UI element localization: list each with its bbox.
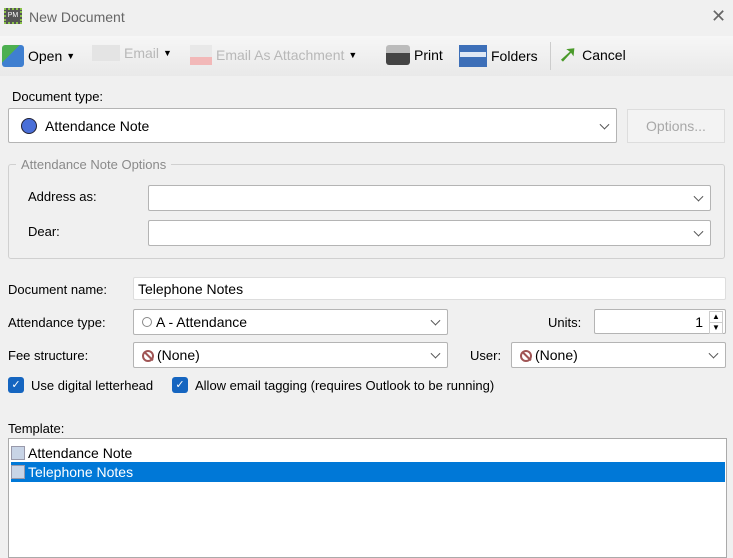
folders-icon bbox=[459, 45, 487, 67]
checkmark-icon: ✓ bbox=[172, 377, 188, 393]
document-name-label: Document name: bbox=[8, 282, 107, 297]
units-value: 1 bbox=[695, 314, 703, 330]
pdf-icon bbox=[190, 45, 212, 65]
fee-structure-dropdown[interactable]: (None) bbox=[133, 342, 448, 368]
email-attachment-label: Email As Attachment bbox=[216, 47, 345, 63]
folders-label: Folders bbox=[491, 48, 538, 64]
close-icon[interactable]: ✕ bbox=[711, 6, 726, 27]
print-label: Print bbox=[414, 47, 443, 63]
chevron-down-icon[interactable]: ▼ bbox=[163, 48, 172, 58]
template-item-label: Attendance Note bbox=[28, 444, 133, 461]
print-button[interactable]: Print bbox=[386, 45, 443, 65]
app-logo-icon: PM bbox=[4, 8, 22, 24]
document-type-label: Document type: bbox=[12, 89, 104, 104]
title-bar: PM New Document ✕ bbox=[0, 0, 733, 34]
email-attachment-button: Email As Attachment ▼ bbox=[190, 45, 357, 65]
letterhead-checkbox[interactable]: ✓ Use digital letterhead bbox=[8, 377, 153, 393]
email-label: Email bbox=[124, 45, 160, 61]
chevron-down-icon bbox=[693, 191, 704, 202]
document-icon bbox=[11, 465, 25, 479]
template-label: Template: bbox=[8, 421, 65, 436]
chevron-down-icon bbox=[708, 348, 719, 359]
template-item[interactable]: Attendance Note bbox=[11, 443, 725, 462]
template-item-label: Telephone Notes bbox=[28, 464, 134, 480]
blue-circle-icon bbox=[21, 118, 37, 134]
chevron-down-icon bbox=[693, 226, 704, 237]
dear-dropdown[interactable] bbox=[148, 220, 711, 246]
template-list[interactable]: Attendance Note Telephone Notes bbox=[8, 438, 727, 558]
email-icon bbox=[92, 45, 120, 61]
document-name-input[interactable]: Telephone Notes bbox=[133, 277, 726, 300]
user-value: (None) bbox=[535, 347, 578, 363]
open-label: Open bbox=[28, 48, 63, 64]
open-button[interactable]: Open ▼ bbox=[2, 45, 75, 67]
radio-circle-icon bbox=[142, 317, 152, 327]
units-spinner[interactable]: 1 ▲ ▼ bbox=[594, 309, 726, 334]
units-label: Units: bbox=[548, 315, 582, 330]
email-tagging-checkbox[interactable]: ✓ Allow email tagging (requires Outlook t… bbox=[172, 377, 494, 393]
document-type-dropdown[interactable]: Attendance Note bbox=[8, 108, 617, 143]
open-document-icon bbox=[2, 45, 24, 67]
cancel-button[interactable]: ➚ Cancel bbox=[558, 41, 626, 68]
address-as-dropdown[interactable] bbox=[148, 185, 711, 211]
cancel-label: Cancel bbox=[582, 47, 626, 63]
document-type-value: Attendance Note bbox=[45, 118, 150, 134]
printer-icon bbox=[386, 45, 410, 65]
user-label: User: bbox=[470, 348, 502, 363]
fee-structure-value: (None) bbox=[157, 347, 200, 363]
attendance-type-dropdown[interactable]: A - Attendance bbox=[133, 309, 448, 335]
prohibited-icon bbox=[520, 350, 532, 362]
prohibited-icon bbox=[142, 350, 154, 362]
checkmark-icon: ✓ bbox=[8, 377, 24, 393]
chevron-down-icon bbox=[430, 348, 441, 359]
toolbar: Open ▼ Email ▼ Email As Attachment ▼ Print … bbox=[0, 36, 733, 76]
group-title: Attendance Note Options bbox=[16, 157, 172, 172]
chevron-down-icon bbox=[430, 315, 441, 326]
chevron-down-icon[interactable]: ▼ bbox=[348, 50, 357, 60]
folders-button[interactable]: Folders bbox=[459, 45, 538, 67]
dear-label: Dear: bbox=[28, 224, 60, 239]
email-button: Email ▼ bbox=[92, 45, 172, 61]
spinner-down-icon[interactable]: ▼ bbox=[709, 322, 723, 334]
user-dropdown[interactable]: (None) bbox=[511, 342, 726, 368]
document-icon bbox=[11, 445, 25, 460]
chevron-down-icon[interactable]: ▼ bbox=[66, 51, 75, 61]
document-name-value: Telephone Notes bbox=[138, 280, 244, 297]
attendance-type-value: A - Attendance bbox=[156, 314, 248, 330]
template-item-selected[interactable]: Telephone Notes bbox=[11, 462, 725, 482]
letterhead-label: Use digital letterhead bbox=[31, 377, 154, 393]
toolbar-divider bbox=[550, 42, 551, 70]
window-title: New Document bbox=[29, 9, 125, 25]
email-tagging-label: Allow email tagging (requires Outlook to… bbox=[195, 377, 495, 393]
green-arrow-icon: ➚ bbox=[558, 41, 579, 68]
chevron-down-icon bbox=[599, 119, 610, 130]
options-button: Options... bbox=[627, 109, 725, 143]
attendance-type-label: Attendance type: bbox=[8, 315, 106, 330]
address-as-label: Address as: bbox=[28, 189, 97, 204]
fee-structure-label: Fee structure: bbox=[8, 348, 89, 363]
